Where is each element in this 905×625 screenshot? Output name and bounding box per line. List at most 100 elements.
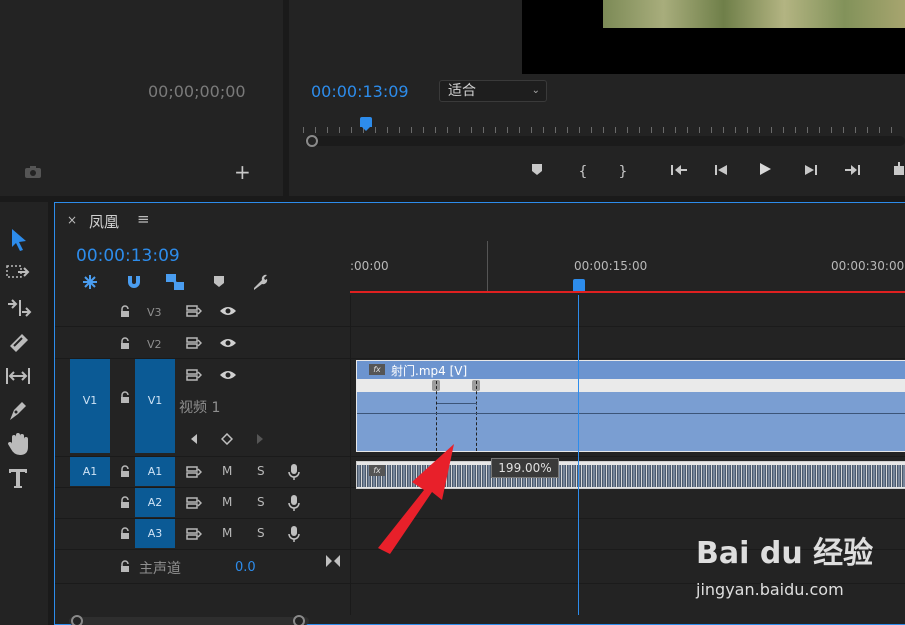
prev-keyframe-icon[interactable] (189, 433, 199, 445)
lock-icon[interactable] (119, 465, 131, 478)
source-timecode[interactable]: 00;00;00;00 (148, 82, 246, 101)
scrollbar-handle-left[interactable] (71, 615, 83, 625)
sync-lock-icon[interactable] (186, 305, 202, 317)
lock-icon[interactable] (119, 305, 131, 318)
insert-icon[interactable] (889, 162, 905, 182)
lock-icon[interactable] (119, 560, 131, 573)
mute-button[interactable]: M (222, 526, 232, 540)
camera-icon[interactable] (24, 165, 42, 179)
track-header-master: 主声道 0.0 (55, 550, 350, 584)
pen-tool-icon[interactable] (4, 396, 32, 424)
master-volume-value[interactable]: 0.0 (235, 560, 256, 575)
razor-tool-icon[interactable] (4, 328, 32, 356)
track-target-v1[interactable]: V1 (135, 359, 175, 453)
ripple-edit-tool-icon[interactable] (4, 294, 32, 322)
program-time-ruler[interactable] (303, 115, 905, 133)
track-target-a2[interactable]: A2 (135, 488, 175, 517)
nest-icon[interactable] (81, 273, 99, 291)
sync-lock-icon[interactable] (186, 369, 202, 381)
panel-menu-button[interactable]: ≡ (137, 210, 150, 228)
clip-header: fx 射门.mp4 [V] (357, 361, 905, 379)
close-tab-button[interactable]: × (67, 213, 77, 227)
rubber-band-segment[interactable] (437, 403, 477, 414)
timeline-ruler[interactable]: :00:00 00:00:15:00 00:00:30:00 (350, 239, 905, 295)
add-button[interactable]: + (234, 160, 251, 184)
sync-lock-icon[interactable] (186, 466, 202, 478)
track-header-v2: V2 (55, 327, 350, 359)
go-to-in-icon[interactable] (669, 162, 689, 182)
mark-in-icon[interactable]: { (573, 162, 593, 182)
selection-tool-icon[interactable] (4, 226, 32, 254)
sync-lock-icon[interactable] (186, 337, 202, 349)
track-select-tool-icon[interactable] (4, 260, 32, 288)
sync-lock-icon[interactable] (186, 528, 202, 540)
lane-v3[interactable] (351, 295, 905, 327)
mute-button[interactable]: M (222, 495, 232, 509)
sequence-tab-title[interactable]: 凤凰 (89, 211, 119, 232)
solo-button[interactable]: S (257, 464, 265, 478)
eye-icon[interactable] (219, 305, 237, 317)
lane-v2[interactable] (351, 327, 905, 359)
lock-icon[interactable] (119, 527, 131, 540)
program-playhead[interactable] (360, 117, 372, 131)
ruler-label-start: :00:00 (350, 259, 389, 273)
source-monitor-panel: 00;00;00;00 + (0, 0, 283, 196)
program-zoom-handle[interactable] (306, 135, 318, 147)
step-back-icon[interactable] (711, 162, 731, 182)
speed-tooltip: 199.00% (491, 458, 559, 478)
snap-magnet-icon[interactable] (125, 273, 143, 291)
go-to-start-end-icon[interactable] (325, 554, 341, 568)
slip-tool-icon[interactable] (4, 362, 32, 390)
add-marker-icon[interactable] (213, 275, 225, 289)
sync-lock-icon[interactable] (186, 497, 202, 509)
microphone-icon[interactable] (288, 494, 300, 512)
annotation-arrow (378, 444, 454, 554)
track-header-a3: A3 M S (55, 519, 350, 550)
wrench-icon[interactable] (251, 273, 269, 291)
timeline-playhead[interactable] (573, 279, 585, 291)
linked-selection-icon[interactable] (165, 273, 185, 291)
solo-button[interactable]: S (257, 526, 265, 540)
eye-icon[interactable] (219, 369, 237, 381)
track-name-v1[interactable]: 视频 1 (179, 397, 220, 417)
program-zoom-scrollbar[interactable] (305, 136, 905, 146)
timeline-scrollbar[interactable] (69, 617, 309, 625)
ruler-label-15s: 00:00:15:00 (574, 259, 648, 273)
preview-image (603, 0, 905, 28)
timeline-timecode[interactable]: 00:00:13:09 (76, 246, 180, 266)
work-area-marker (487, 241, 488, 291)
track-label-v3: V3 (147, 306, 162, 319)
add-marker-icon[interactable] (527, 162, 547, 182)
microphone-icon[interactable] (288, 525, 300, 543)
keyframe-guide (476, 381, 477, 451)
lock-icon[interactable] (119, 337, 131, 350)
play-icon[interactable] (755, 162, 775, 182)
lock-icon[interactable] (119, 496, 131, 509)
eye-icon[interactable] (219, 337, 237, 349)
lock-icon[interactable] (119, 391, 131, 404)
track-header-v3: V3 (55, 295, 350, 327)
solo-button[interactable]: S (257, 495, 265, 509)
playhead-line (578, 295, 579, 615)
track-target-a3[interactable]: A3 (135, 519, 175, 548)
hand-tool-icon[interactable] (4, 430, 32, 458)
mark-out-icon[interactable]: } (613, 162, 633, 182)
microphone-icon[interactable] (288, 463, 300, 481)
track-header-v1: V1 V1 视频 1 (55, 359, 350, 457)
track-label-v2: V2 (147, 338, 162, 351)
track-target-a1[interactable]: A1 (135, 457, 175, 486)
source-patch-a1[interactable]: A1 (70, 457, 110, 486)
type-tool-icon[interactable] (4, 464, 32, 492)
add-keyframe-icon[interactable] (221, 433, 233, 445)
source-patch-v1[interactable]: V1 (70, 359, 110, 453)
program-preview (522, 0, 905, 74)
go-to-out-icon[interactable] (843, 162, 863, 182)
clip-name: 射门.mp4 [V] (391, 364, 468, 378)
mute-button[interactable]: M (222, 464, 232, 478)
fit-dropdown[interactable]: 适合 ⌄ (439, 80, 547, 102)
scrollbar-handle-right[interactable] (293, 615, 305, 625)
next-keyframe-icon[interactable] (255, 433, 265, 445)
watermark-logo: Bai du 经验 (696, 536, 874, 571)
step-forward-icon[interactable] (801, 162, 821, 182)
program-timecode[interactable]: 00:00:13:09 (311, 82, 409, 101)
